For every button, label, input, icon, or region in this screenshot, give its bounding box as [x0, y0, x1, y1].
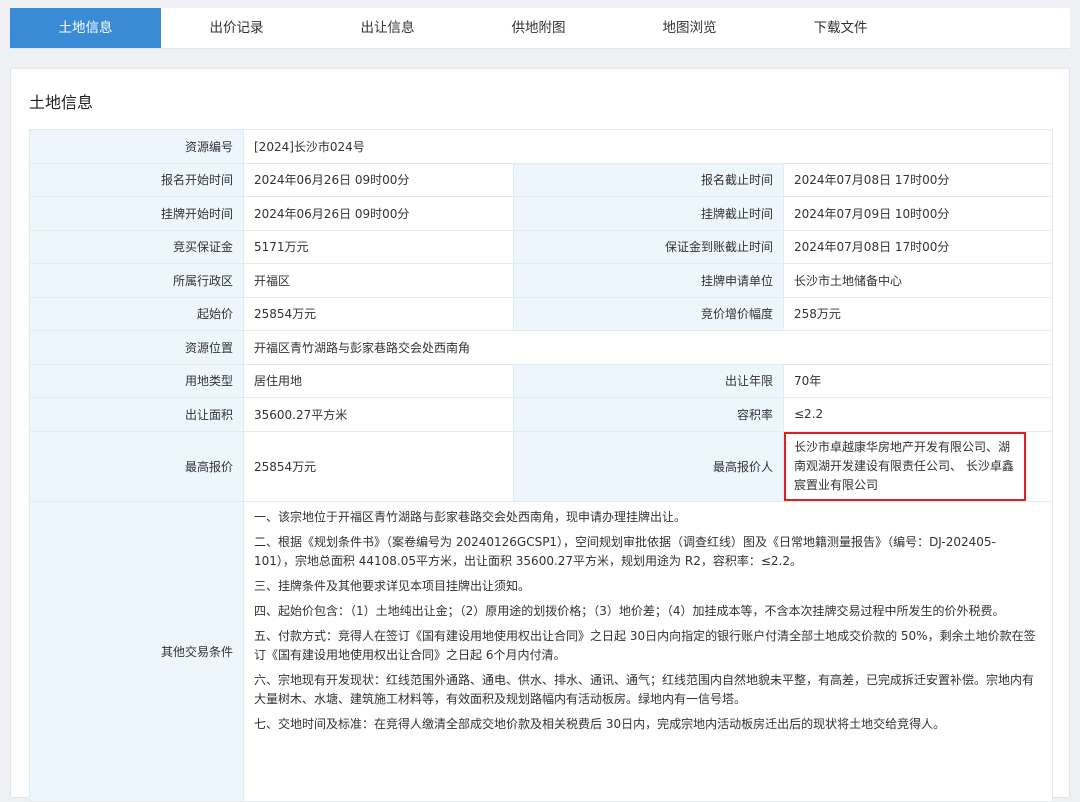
- area-label: 出让面积: [29, 397, 244, 432]
- applicant-unit-value: 长沙市土地储备中心: [783, 263, 1053, 298]
- land-use-label: 用地类型: [29, 363, 244, 398]
- listing-end-label: 挂牌截止时间: [513, 196, 784, 231]
- land-info-panel: 土地信息 资源编号 [2024]长沙市024号 报名开始时间 2024年06月2…: [10, 68, 1070, 802]
- condition-item: 五、付款方式：竞得人在签订《国有建设用地使用权出让合同》之日起 30日内向指定的…: [254, 628, 1036, 662]
- tab-bar: 土地信息 出价记录 出让信息 供地附图 地图浏览 下载文件: [10, 8, 1070, 49]
- tab-download[interactable]: 下载文件: [765, 8, 916, 48]
- other-conditions-cell: 一、该宗地位于开福区青竹湖路与彭家巷路交会处西南角，现申请办理挂牌出让。 二、根…: [243, 500, 1053, 802]
- condition-item: 四、起始价包含：（1）土地纯出让金；（2）原用途的划拨价格；（3）地价差；（4）…: [254, 603, 1005, 618]
- top-price-value: 25854万元: [243, 430, 514, 502]
- tab-map-browse[interactable]: 地图浏览: [614, 8, 765, 48]
- signup-start-value: 2024年06月26日 09时00分: [243, 162, 514, 197]
- term-value: 70年: [783, 363, 1053, 398]
- listing-start-label: 挂牌开始时间: [29, 196, 244, 231]
- condition-item: 七、交地时间及标准：在竞得人缴清全部成交地价款及相关税费后 30日内，完成宗地内…: [254, 716, 946, 731]
- deposit-label: 竞买保证金: [29, 229, 244, 264]
- table-row: 挂牌开始时间 2024年06月26日 09时00分 挂牌截止时间 2024年07…: [29, 196, 1053, 231]
- condition-item: 六、宗地现有开发现状：红线范围外通路、通电、供水、排水、通讯、通气；红线范围内自…: [254, 672, 1035, 706]
- table-row: 资源位置 开福区青竹湖路与彭家巷路交会处西南角: [29, 330, 1053, 365]
- conditions-list: 一、该宗地位于开福区青竹湖路与彭家巷路交会处西南角，现申请办理挂牌出让。 二、根…: [254, 502, 1036, 734]
- tab-supply-map[interactable]: 供地附图: [463, 8, 614, 48]
- table-row: 出让面积 35600.27平方米 容积率 ≤2.2: [29, 397, 1053, 432]
- far-value: ≤2.2: [783, 397, 1053, 432]
- tab-land-info[interactable]: 土地信息: [10, 8, 161, 48]
- signup-end-value: 2024年07月08日 17时00分: [783, 162, 1053, 197]
- land-use-value: 居住用地: [243, 363, 514, 398]
- table-row: 竞买保证金 5171万元 保证金到账截止时间 2024年07月08日 17时00…: [29, 229, 1053, 264]
- table-row: 其他交易条件 一、该宗地位于开福区青竹湖路与彭家巷路交会处西南角，现申请办理挂牌…: [29, 500, 1053, 802]
- panel-title: 土地信息: [29, 93, 94, 112]
- table-row: 所属行政区 开福区 挂牌申请单位 长沙市土地储备中心: [29, 263, 1053, 298]
- listing-end-value: 2024年07月09日 10时00分: [783, 196, 1053, 231]
- increment-label: 竞价增价幅度: [513, 296, 784, 331]
- table-row: 起始价 25854万元 竞价增价幅度 258万元: [29, 296, 1053, 331]
- increment-value: 258万元: [783, 296, 1053, 331]
- other-conditions-label: 其他交易条件: [29, 500, 244, 802]
- start-price-value: 25854万元: [243, 296, 514, 331]
- top-bidder-cell: 长沙市卓越康华房地产开发有限公司、湖南观湖开发建设有限责任公司、 长沙卓鑫宸置业…: [783, 430, 1053, 502]
- signup-end-label: 报名截止时间: [513, 162, 784, 197]
- land-info-table: 资源编号 [2024]长沙市024号 报名开始时间 2024年06月26日 09…: [29, 129, 1053, 802]
- top-price-label: 最高报价: [29, 430, 244, 502]
- term-label: 出让年限: [513, 363, 784, 398]
- far-label: 容积率: [513, 397, 784, 432]
- applicant-unit-label: 挂牌申请单位: [513, 263, 784, 298]
- district-value: 开福区: [243, 263, 514, 298]
- resource-no-value: [2024]长沙市024号: [243, 129, 1053, 164]
- condition-item: 一、该宗地位于开福区青竹湖路与彭家巷路交会处西南角，现申请办理挂牌出让。: [254, 509, 687, 524]
- signup-start-label: 报名开始时间: [29, 162, 244, 197]
- deposit-value: 5171万元: [243, 229, 514, 264]
- table-row: 资源编号 [2024]长沙市024号: [29, 129, 1053, 164]
- table-row: 最高报价 25854万元 最高报价人 长沙市卓越康华房地产开发有限公司、湖南观湖…: [29, 430, 1053, 502]
- resource-no-label: 资源编号: [29, 129, 244, 164]
- condition-item: 三、挂牌条件及其他要求详见本项目挂牌出让须知。: [254, 578, 531, 593]
- start-price-label: 起始价: [29, 296, 244, 331]
- listing-start-value: 2024年06月26日 09时00分: [243, 196, 514, 231]
- location-value: 开福区青竹湖路与彭家巷路交会处西南角: [243, 330, 1053, 365]
- deposit-deadline-value: 2024年07月08日 17时00分: [783, 229, 1053, 264]
- deposit-deadline-label: 保证金到账截止时间: [513, 229, 784, 264]
- top-bidder-label: 最高报价人: [513, 430, 784, 502]
- tab-bid-records[interactable]: 出价记录: [161, 8, 312, 48]
- condition-item: 二、根据《规划条件书》（案卷编号为 20240126GCSP1），空间规划审批依…: [254, 534, 996, 568]
- district-label: 所属行政区: [29, 263, 244, 298]
- top-bidder-value: 长沙市卓越康华房地产开发有限公司、湖南观湖开发建设有限责任公司、 长沙卓鑫宸置业…: [784, 431, 1026, 501]
- table-row: 用地类型 居住用地 出让年限 70年: [29, 363, 1053, 398]
- location-label: 资源位置: [29, 330, 244, 365]
- table-row: 报名开始时间 2024年06月26日 09时00分 报名截止时间 2024年07…: [29, 162, 1053, 197]
- tab-transfer-info[interactable]: 出让信息: [312, 8, 463, 48]
- area-value: 35600.27平方米: [243, 397, 514, 432]
